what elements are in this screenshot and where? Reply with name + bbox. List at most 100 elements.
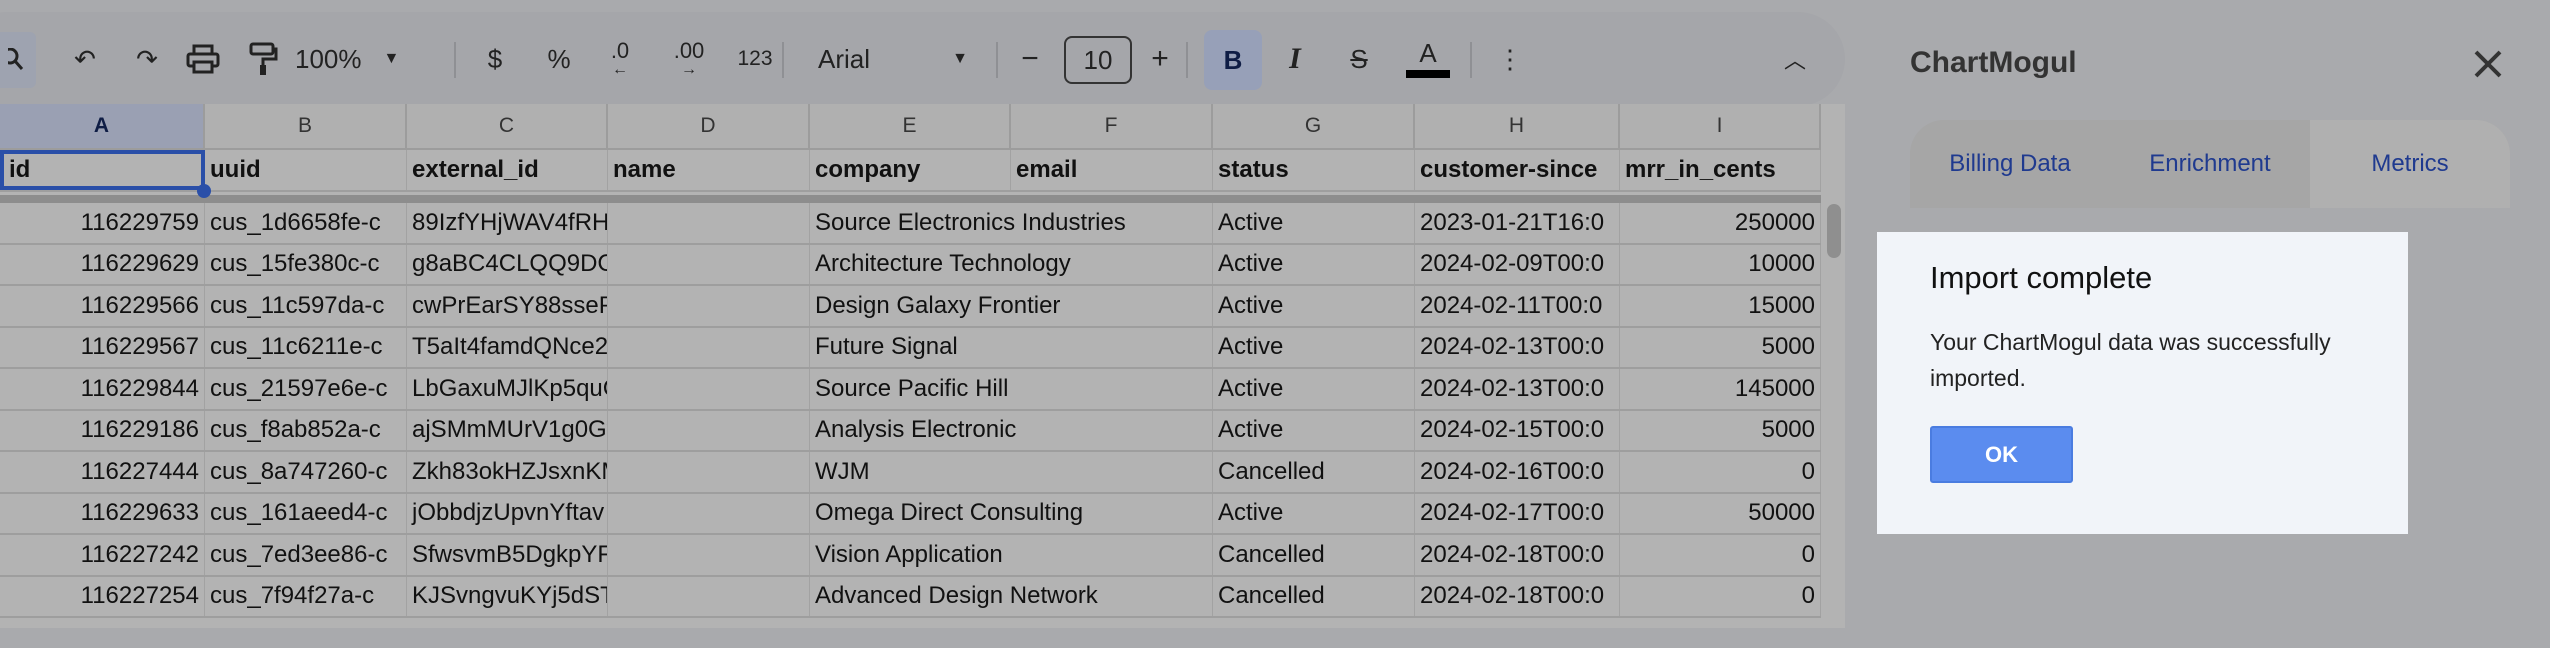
table-cell[interactable] (608, 327, 810, 367)
table-cell[interactable]: 89IzfYHjWAV4fRH5 (407, 203, 608, 243)
table-cell[interactable]: cus_11c6211e-c (205, 327, 407, 367)
table-cell[interactable]: WJM (810, 452, 1011, 492)
search-menu-button[interactable] (0, 32, 36, 88)
table-cell[interactable]: 2024-02-11T00:0 (1415, 286, 1620, 326)
table-cell[interactable]: cus_7ed3ee86-c (205, 535, 407, 575)
table-cell[interactable]: 250000 (1620, 203, 1821, 243)
table-cell[interactable] (608, 369, 810, 409)
table-cell[interactable]: Cancelled (1213, 535, 1415, 575)
table-cell[interactable]: Active (1213, 410, 1415, 450)
table-cell[interactable]: 15000 (1620, 286, 1821, 326)
spreadsheet-grid[interactable]: A B C D E F G H Iid uuid external_id name company ema… (0, 104, 1845, 628)
strikethrough-button[interactable]: S (1334, 12, 1384, 106)
tab-billing-data[interactable]: Billing Data (1910, 120, 2110, 208)
table-cell[interactable] (608, 286, 810, 326)
scrollbar-thumb[interactable] (1827, 204, 1841, 258)
table-cell[interactable]: 5000 (1620, 327, 1821, 367)
table-cell[interactable]: 50000 (1620, 493, 1821, 533)
number-format-button[interactable]: 123 (725, 12, 785, 106)
table-cell[interactable]: 0 (1620, 576, 1821, 616)
table-cell[interactable]: 2024-02-18T00:0 (1415, 576, 1620, 616)
table-cell[interactable] (608, 452, 810, 492)
table-cell[interactable]: 5000 (1620, 410, 1821, 450)
zoom-select[interactable]: 100% ▼ (295, 12, 425, 106)
table-cell[interactable]: Vision Application (810, 535, 1011, 575)
table-cell[interactable]: Active (1213, 369, 1415, 409)
font-select[interactable]: Arial ▼ (818, 12, 968, 106)
table-cell[interactable]: KJSvngvuKYj5dSTW (407, 576, 608, 616)
selection-handle[interactable] (197, 184, 211, 198)
table-cell[interactable]: Active (1213, 203, 1415, 243)
column-header-e[interactable]: E (810, 104, 1011, 150)
table-cell[interactable]: Active (1213, 327, 1415, 367)
tab-metrics[interactable]: Metrics (2310, 120, 2510, 208)
decrease-decimal-button[interactable]: .0 ← (590, 12, 650, 106)
column-header-f[interactable]: F (1011, 104, 1213, 150)
table-cell[interactable]: 2024-02-13T00:0 (1415, 327, 1620, 367)
frozen-row-divider[interactable] (0, 195, 1821, 203)
table-cell[interactable] (1011, 535, 1213, 575)
table-cell[interactable]: 2024-02-17T00:0 (1415, 493, 1620, 533)
table-cell[interactable] (608, 203, 810, 243)
close-button[interactable] (2468, 44, 2508, 84)
column-header-g[interactable]: G (1213, 104, 1415, 150)
table-cell[interactable]: cus_1d6658fe-c (205, 203, 407, 243)
table-cell[interactable]: cus_21597e6e-c (205, 369, 407, 409)
table-cell[interactable] (1011, 410, 1213, 450)
header-cell[interactable]: external_id (407, 150, 608, 190)
table-cell[interactable]: 116229844 (0, 369, 205, 409)
more-options-button[interactable]: ⋮ (1490, 12, 1530, 106)
table-cell[interactable]: Advanced Design Network (810, 577, 1098, 617)
table-cell[interactable]: Design Galaxy Frontier (810, 286, 1060, 326)
table-cell[interactable]: 145000 (1620, 369, 1821, 409)
table-cell[interactable]: 116229566 (0, 286, 205, 326)
table-cell[interactable]: Active (1213, 493, 1415, 533)
header-cell[interactable]: mrr_in_cents (1620, 150, 1821, 190)
text-color-button[interactable]: A (1400, 12, 1456, 106)
table-cell[interactable]: cwPrEarSY88ssePE (407, 286, 608, 326)
table-cell[interactable]: g8aBC4CLQQ9DCFXX (407, 244, 608, 284)
header-cell[interactable]: name (608, 150, 810, 190)
table-cell[interactable]: 116229629 (0, 244, 205, 284)
redo-button[interactable]: ↷ (122, 12, 172, 106)
percent-button[interactable]: % (534, 12, 584, 106)
table-cell[interactable]: jObbdjzUpvnYftav (407, 493, 608, 533)
column-header-h[interactable]: H (1415, 104, 1620, 150)
currency-button[interactable]: $ (470, 12, 520, 106)
column-header-a[interactable]: A (0, 104, 205, 150)
table-cell[interactable]: 116229633 (0, 493, 205, 533)
table-cell[interactable]: T5aIt4famdQNce2a (407, 327, 608, 367)
table-cell[interactable]: Future Signal (810, 328, 1011, 368)
table-cell[interactable]: Omega Direct Consulting (810, 494, 1083, 534)
table-cell[interactable] (608, 244, 810, 284)
column-header-c[interactable]: C (407, 104, 608, 150)
table-cell[interactable]: ajSMmMUrV1g0GvPz (407, 410, 608, 450)
table-cell[interactable] (608, 410, 810, 450)
table-cell[interactable] (608, 576, 810, 616)
table-cell[interactable]: 2024-02-16T00:0 (1415, 452, 1620, 492)
header-cell[interactable]: email (1011, 150, 1213, 190)
table-cell[interactable]: 116227254 (0, 576, 205, 616)
table-cell[interactable]: 116229567 (0, 327, 205, 367)
tab-enrichment[interactable]: Enrichment (2110, 120, 2310, 208)
table-cell[interactable]: 116229759 (0, 203, 205, 243)
table-cell[interactable] (608, 493, 810, 533)
table-cell[interactable] (1011, 327, 1213, 367)
header-cell[interactable]: id (0, 150, 205, 190)
table-cell[interactable]: 2024-02-18T00:0 (1415, 535, 1620, 575)
table-cell[interactable]: cus_11c597da-c (205, 286, 407, 326)
table-cell[interactable]: 2024-02-13T00:0 (1415, 369, 1620, 409)
table-cell[interactable]: Cancelled (1213, 576, 1415, 616)
table-cell[interactable] (608, 535, 810, 575)
table-cell[interactable]: Architecture Technology (810, 245, 1071, 285)
table-cell[interactable]: Source Pacific Hill (810, 369, 1011, 409)
decrease-font-size-button[interactable]: − (1010, 12, 1050, 106)
table-cell[interactable]: cus_8a747260-c (205, 452, 407, 492)
table-cell[interactable]: 2024-02-15T00:0 (1415, 410, 1620, 450)
table-cell[interactable]: Active (1213, 244, 1415, 284)
column-header-d[interactable]: D (608, 104, 810, 150)
table-cell[interactable]: 116227444 (0, 452, 205, 492)
increase-font-size-button[interactable]: + (1140, 12, 1180, 106)
increase-decimal-button[interactable]: .00 → (657, 12, 721, 106)
table-cell[interactable]: LbGaxuMJlKp5quC4 (407, 369, 608, 409)
